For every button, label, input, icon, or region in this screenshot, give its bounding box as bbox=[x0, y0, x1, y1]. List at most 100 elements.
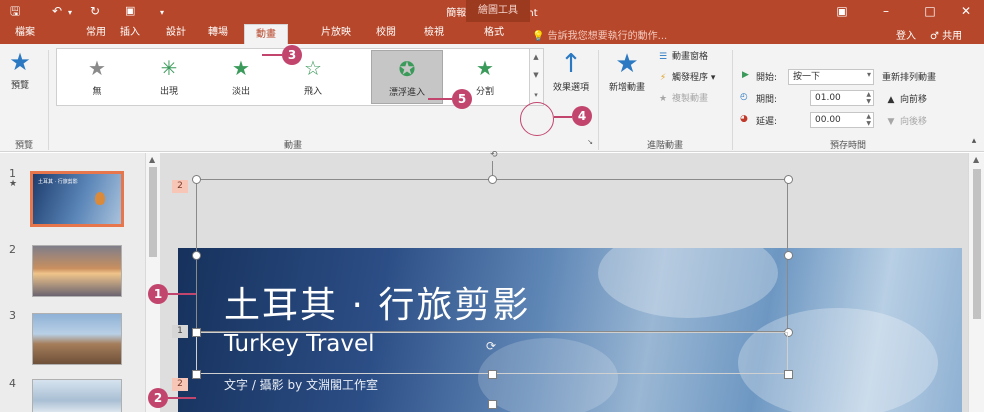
tab-review[interactable]: 校閱 bbox=[370, 22, 402, 44]
gallery-more-icon[interactable]: ▾ bbox=[530, 91, 542, 99]
tab-slideshow[interactable]: 片放映 bbox=[314, 22, 358, 44]
tab-transitions[interactable]: 轉場 bbox=[200, 22, 236, 44]
duration-input[interactable]: 01.00 ▲ ▼ bbox=[810, 90, 874, 106]
title-bar: 🖫 ↶ ▾ ↻ ▣ ▾ 簡報2 - PowerPoint 繪圖工具 ▣ – □ … bbox=[0, 0, 984, 22]
group-divider bbox=[732, 50, 733, 150]
sign-in-link[interactable]: 登入 bbox=[896, 27, 916, 42]
group-divider bbox=[598, 50, 599, 150]
scroll-up-icon[interactable]: ▲ bbox=[149, 155, 155, 164]
resize-handle[interactable] bbox=[784, 370, 793, 379]
rotate-icon[interactable]: ⟳ bbox=[486, 339, 496, 353]
resize-handle[interactable] bbox=[488, 175, 497, 184]
animation-label: 漂浮進入 bbox=[388, 88, 425, 98]
add-star-icon: ★ bbox=[615, 49, 639, 79]
arrow-up-icon: ↑ bbox=[560, 49, 582, 79]
resize-handle[interactable] bbox=[784, 251, 793, 260]
trigger-button[interactable]: ⚡ 觸發程序 ▾ bbox=[656, 70, 716, 83]
delay-label: 延遲: bbox=[756, 117, 778, 127]
scroll-thumb[interactable] bbox=[973, 169, 981, 319]
tab-insert[interactable]: 插入 bbox=[114, 22, 146, 44]
rotate-handle-icon[interactable]: ⟲ bbox=[490, 150, 498, 160]
animation-order-tag[interactable]: 1 bbox=[172, 325, 188, 338]
delay-input[interactable]: 00.00 ▲ ▼ bbox=[810, 112, 874, 128]
animation-label: 淡出 bbox=[231, 87, 250, 97]
share-button[interactable]: ♂ 共用 bbox=[930, 27, 962, 42]
callout-leader-line bbox=[554, 116, 572, 118]
add-animation-label: 新增動畫 bbox=[608, 83, 645, 93]
start-value: 按一下 bbox=[793, 72, 821, 82]
scroll-up-icon[interactable]: ▲ bbox=[973, 155, 979, 164]
animation-pane-button[interactable]: ☰ 動畫窗格 bbox=[656, 49, 708, 62]
animation-order-tag[interactable]: 2 bbox=[172, 378, 188, 391]
resize-handle[interactable] bbox=[488, 370, 497, 379]
move-earlier-button[interactable]: ▲ 向前移 bbox=[884, 92, 927, 105]
thumb-number: 2 bbox=[9, 243, 16, 256]
triangle-up-icon: ▲ bbox=[887, 95, 895, 105]
effect-options-button[interactable]: ↑ 效果選項 bbox=[544, 48, 598, 118]
thumbnails-scrollbar[interactable]: ▲ bbox=[145, 153, 160, 412]
resize-handle[interactable] bbox=[784, 175, 793, 184]
gallery-down-icon[interactable]: ▼ bbox=[530, 71, 542, 79]
star-float-icon: ✪ bbox=[398, 57, 416, 81]
callout-highlight-ring bbox=[520, 102, 554, 136]
thumbnail-slide-3[interactable] bbox=[32, 313, 122, 365]
slide-editor: 土耳其 · 行旅剪影 Turkey Travel 文字 / 攝影 by 文淵閣工… bbox=[160, 150, 984, 412]
star-appear-icon: ✳ bbox=[160, 56, 178, 80]
callout-leader-line bbox=[428, 98, 452, 100]
animation-float-in[interactable]: ✪ 漂浮進入 bbox=[371, 50, 443, 104]
tell-me-placeholder: 告訴我您想要執行的動作... bbox=[547, 31, 668, 42]
thumbnail-slide-2[interactable] bbox=[32, 245, 122, 297]
collapse-ribbon-icon[interactable]: ▴ bbox=[968, 136, 980, 146]
editor-scrollbar[interactable]: ▲ bbox=[968, 153, 984, 412]
copy-animation-icon: ★ bbox=[658, 94, 668, 104]
animation-fade[interactable]: ★ 淡出 bbox=[209, 50, 273, 104]
slide-credit[interactable]: 文字 / 攝影 by 文淵閣工作室 bbox=[224, 376, 378, 393]
copy-animation-button[interactable]: ★ 複製動畫 bbox=[656, 91, 708, 104]
thumbnail-title: 土耳其 · 行旅剪影 bbox=[38, 179, 78, 185]
animation-order-tag[interactable]: 2 bbox=[172, 180, 188, 193]
animation-star-icon: ★ bbox=[9, 179, 18, 189]
minimize-icon[interactable]: – bbox=[864, 0, 908, 22]
ribbon-display-options-icon[interactable]: ▣ bbox=[820, 0, 864, 22]
tab-animations[interactable]: 動畫 bbox=[244, 24, 288, 44]
group-label-animation: 動畫 bbox=[283, 141, 302, 151]
thumbnail-slide-4[interactable] bbox=[32, 379, 122, 412]
share-label: 共用 bbox=[942, 31, 963, 42]
resize-handle[interactable] bbox=[192, 175, 201, 184]
gallery-up-icon[interactable]: ▲ bbox=[530, 53, 542, 61]
move-later-button[interactable]: ▼ 向後移 bbox=[884, 114, 927, 127]
copy-animation-label: 複製動畫 bbox=[672, 94, 709, 104]
resize-handle[interactable] bbox=[192, 370, 201, 379]
start-select[interactable]: 按一下 ▾ bbox=[788, 69, 874, 85]
spinner-icon[interactable]: ▲ ▼ bbox=[866, 113, 871, 127]
callout-marker: 3 bbox=[282, 45, 302, 65]
person-icon: ♂ bbox=[930, 31, 939, 42]
scroll-thumb[interactable] bbox=[149, 167, 157, 257]
preview-button[interactable]: ★ 預覽 bbox=[6, 48, 34, 108]
duration-value: 01.00 bbox=[815, 93, 841, 103]
title-selection-box bbox=[196, 179, 788, 332]
tab-format[interactable]: 格式 bbox=[476, 22, 512, 44]
resize-handle[interactable] bbox=[488, 400, 497, 409]
spinner-icon[interactable]: ▲ ▼ bbox=[866, 91, 871, 105]
thumb-number: 4 bbox=[9, 377, 16, 390]
animation-appear[interactable]: ✳ 出現 bbox=[137, 50, 201, 104]
tab-view[interactable]: 檢視 bbox=[418, 22, 450, 44]
animation-dialog-launcher-icon[interactable]: ↘ bbox=[585, 138, 595, 146]
delay-clock-icon: ◕ bbox=[740, 114, 748, 124]
add-animation-button[interactable]: ★ 新增動畫 bbox=[600, 48, 654, 118]
animation-none[interactable]: ★ 無 bbox=[65, 50, 129, 104]
thumbnail-slide-1[interactable]: 土耳其 · 行旅剪影 bbox=[30, 171, 124, 227]
callout-leader-line bbox=[168, 397, 196, 399]
tell-me-input[interactable]: 💡 告訴我您想要執行的動作... bbox=[532, 27, 667, 42]
tab-home[interactable]: 常用 bbox=[80, 22, 112, 44]
tab-file[interactable]: 檔案 bbox=[4, 22, 46, 44]
tab-design[interactable]: 設計 bbox=[160, 22, 192, 44]
play-icon: ▶ bbox=[742, 70, 749, 80]
close-icon[interactable]: ✕ bbox=[944, 0, 984, 22]
resize-handle[interactable] bbox=[192, 328, 201, 337]
animation-label: 無 bbox=[92, 87, 102, 97]
drawing-tools-tab: 繪圖工具 bbox=[466, 0, 530, 22]
slide-thumbnails-pane: 1 ★ 土耳其 · 行旅剪影 2 3 4 ▲ bbox=[0, 153, 160, 412]
resize-handle[interactable] bbox=[192, 251, 201, 260]
